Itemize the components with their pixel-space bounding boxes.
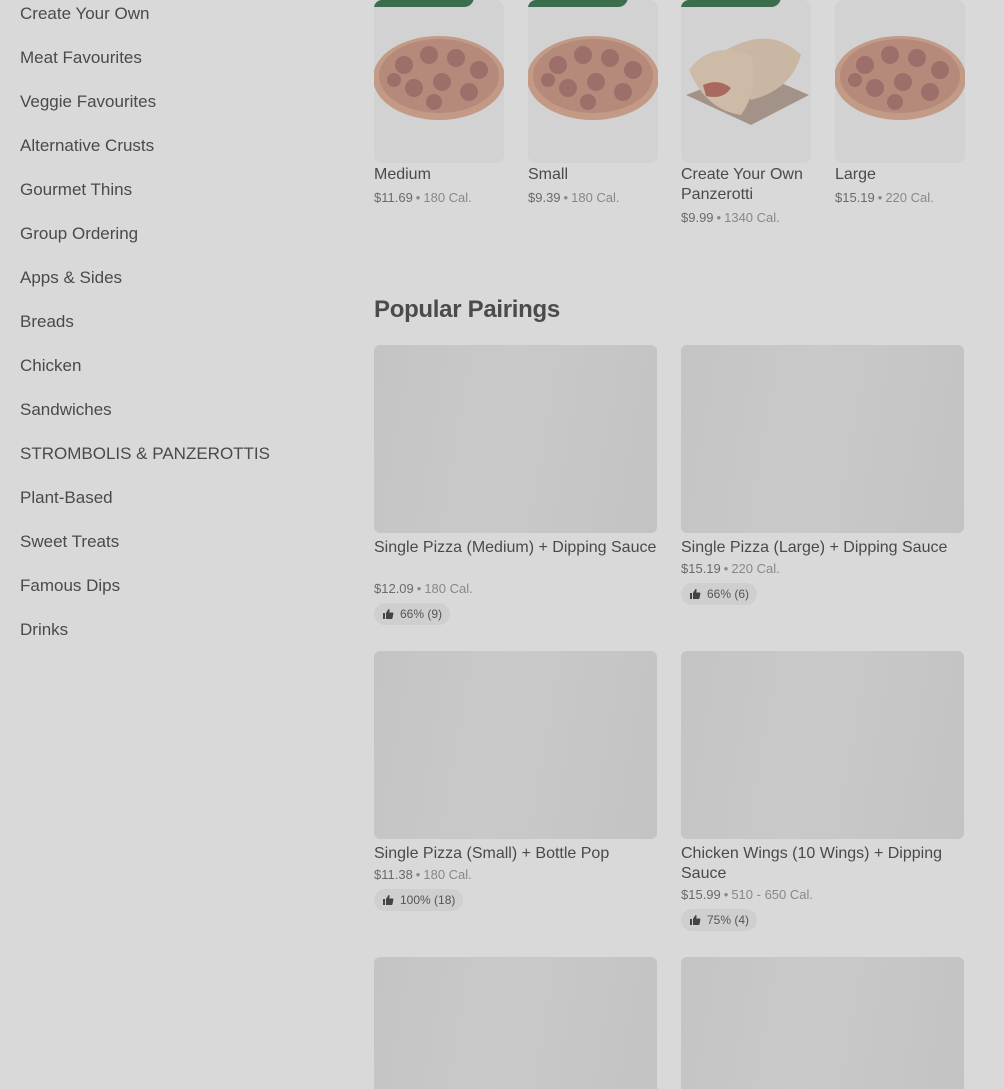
sidebar-item-strombolis-panzerottis[interactable]: STROMBOLIS & PANZEROTTIS bbox=[20, 443, 270, 465]
item-title-line: Panzerotti bbox=[681, 186, 754, 203]
pairing-calories: 220 Cal. bbox=[731, 561, 780, 576]
pairing-title: Single Pizza (Large) + Dipping Sauce bbox=[681, 539, 948, 556]
pizza-image bbox=[374, 0, 504, 163]
item-price: $9.39 bbox=[528, 190, 561, 205]
rating-text: 75% (4) bbox=[707, 913, 750, 927]
pizza-icon bbox=[528, 36, 658, 120]
sidebar-item-plant-based[interactable]: Plant-Based bbox=[20, 487, 113, 509]
item-calories: 1340 Cal. bbox=[724, 210, 780, 225]
item-title: Small bbox=[528, 166, 569, 183]
pizza-image bbox=[528, 0, 658, 163]
pairing-title: Single Pizza (Small) + Bottle Pop bbox=[374, 845, 610, 862]
section-title-popular-pairings: Popular Pairings bbox=[374, 296, 560, 323]
rating-badge: 75% (4) bbox=[681, 909, 758, 931]
pairing-price-calories: $15.19 • 220 Cal. bbox=[681, 561, 780, 576]
rating-badge: 66% (9) bbox=[374, 603, 451, 625]
pairing-price-calories: $12.09 • 180 Cal. bbox=[374, 581, 473, 596]
pairing-title: Chicken Wings (10 Wings) + Dipping Sauce bbox=[681, 845, 942, 882]
pairing-price: $11.38 bbox=[374, 867, 413, 882]
item-calories: 180 Cal. bbox=[423, 190, 472, 205]
pairing-image bbox=[374, 345, 657, 533]
pizza-image bbox=[835, 0, 965, 163]
sidebar-item-sandwiches[interactable]: Sandwiches bbox=[20, 399, 112, 421]
rating-text: 66% (6) bbox=[707, 587, 750, 601]
item-price: $9.99 bbox=[681, 210, 714, 225]
pairing-calories: 180 Cal. bbox=[424, 581, 473, 596]
rating-text: 100% (18) bbox=[400, 893, 456, 907]
pairing-price-calories: $11.38 • 180 Cal. bbox=[374, 867, 472, 882]
pairing-image bbox=[374, 957, 657, 1089]
rating-text: 66% (9) bbox=[400, 607, 443, 621]
menu-content: Medium $11.69 • 180 Cal. Small $9.39 • 180 C… bbox=[374, 0, 965, 1089]
pairing-image bbox=[681, 345, 964, 533]
badge bbox=[528, 0, 628, 7]
sidebar-item-veggie-favourites[interactable]: Veggie Favourites bbox=[20, 91, 156, 113]
rating-badge: 66% (6) bbox=[681, 583, 758, 605]
pizza-icon bbox=[835, 36, 965, 120]
item-price: $11.69 bbox=[374, 190, 413, 205]
thumbs-up-icon bbox=[382, 608, 394, 620]
pairing-calories: 180 Cal. bbox=[423, 867, 472, 882]
sidebar-item-sweet-treats[interactable]: Sweet Treats bbox=[20, 531, 119, 553]
thumbs-up-icon bbox=[689, 914, 701, 926]
panzerotti-icon bbox=[686, 38, 809, 125]
sidebar-item-breads[interactable]: Breads bbox=[20, 311, 74, 333]
pairing-price-calories: $15.99 • 510 - 650 Cal. bbox=[681, 887, 813, 902]
pairing-image bbox=[681, 957, 964, 1089]
badge bbox=[374, 0, 474, 7]
panzerotti-image bbox=[681, 0, 811, 163]
pairing-image bbox=[681, 651, 964, 839]
sidebar-item-famous-dips[interactable]: Famous Dips bbox=[20, 575, 120, 597]
thumbs-up-icon bbox=[689, 588, 701, 600]
pairing-image bbox=[374, 651, 657, 839]
pairing-calories: 510 - 650 Cal. bbox=[731, 887, 813, 902]
badge bbox=[681, 0, 781, 7]
sidebar-item-drinks[interactable]: Drinks bbox=[20, 619, 68, 641]
item-price-calories: $9.39 • 180 Cal. bbox=[528, 190, 620, 205]
item-title-line: Create Your Own bbox=[681, 166, 803, 183]
sidebar-item-gourmet-thins[interactable]: Gourmet Thins bbox=[20, 179, 132, 201]
sidebar-item-apps-sides[interactable]: Apps & Sides bbox=[20, 267, 122, 289]
item-price-calories: $9.99 • 1340 Cal. bbox=[681, 210, 780, 225]
sidebar-item-alternative-crusts[interactable]: Alternative Crusts bbox=[20, 135, 154, 157]
pizza-icon bbox=[374, 36, 504, 120]
item-price-calories: $15.19 • 220 Cal. bbox=[835, 190, 934, 205]
item-calories: 220 Cal. bbox=[885, 190, 934, 205]
item-price: $15.19 bbox=[835, 190, 875, 205]
item-title: Create Your Own Panzerotti bbox=[681, 165, 821, 205]
pairing-price: $15.19 bbox=[681, 561, 721, 576]
item-price-calories: $11.69 • 180 Cal. bbox=[374, 190, 472, 205]
item-calories: 180 Cal. bbox=[571, 190, 620, 205]
sidebar-item-group-ordering[interactable]: Group Ordering bbox=[20, 223, 138, 245]
pairing-price: $15.99 bbox=[681, 887, 721, 902]
sidebar-item-create-your-own[interactable]: Create Your Own bbox=[20, 3, 149, 25]
sidebar-item-chicken[interactable]: Chicken bbox=[20, 355, 81, 377]
thumbs-up-icon bbox=[382, 894, 394, 906]
category-sidebar: Create Your Own Meat Favourites Veggie F… bbox=[0, 0, 350, 1089]
item-title: Large bbox=[835, 166, 876, 183]
pairing-title: Single Pizza (Medium) + Dipping Sauce bbox=[374, 539, 657, 556]
pairing-price: $12.09 bbox=[374, 581, 414, 596]
item-title: Medium bbox=[374, 166, 431, 183]
rating-badge: 100% (18) bbox=[374, 889, 464, 911]
sidebar-item-meat-favourites[interactable]: Meat Favourites bbox=[20, 47, 142, 69]
